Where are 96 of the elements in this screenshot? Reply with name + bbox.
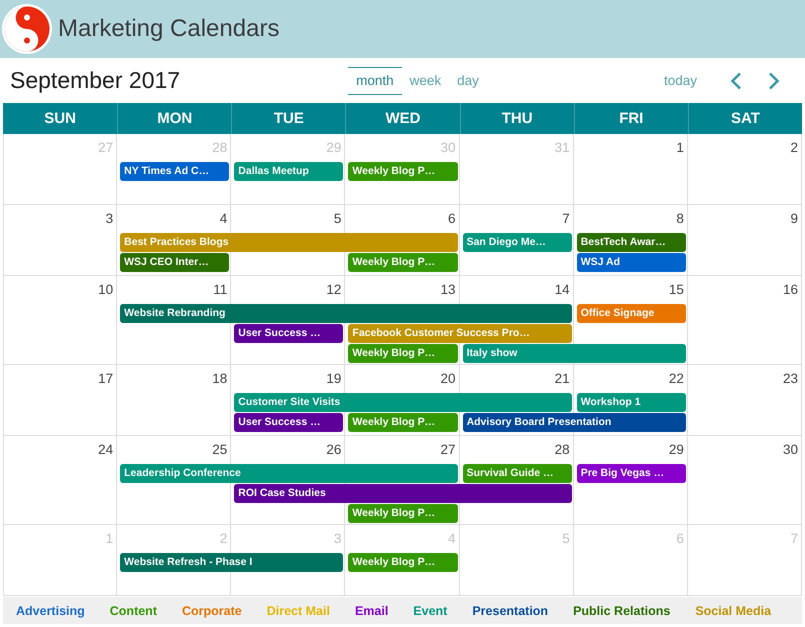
- event-bar[interactable]: WSJ CEO Inter…: [120, 253, 230, 272]
- app-title: Marketing Calendars: [58, 15, 280, 43]
- day-number: 22: [668, 371, 684, 387]
- event-bar[interactable]: Weekly Blog P…: [348, 504, 458, 523]
- event-bar[interactable]: Leadership Conference: [120, 464, 458, 483]
- day-number: 21: [554, 371, 570, 387]
- event-bar[interactable]: Facebook Customer Success Pro…: [348, 324, 572, 343]
- previous-button[interactable]: [730, 72, 742, 90]
- legend-label: Public Relations: [573, 604, 670, 618]
- day-number: 28: [212, 140, 228, 156]
- day-number: 3: [106, 211, 114, 227]
- event-bar[interactable]: User Success …: [234, 413, 344, 432]
- legend-label: Content: [110, 604, 157, 618]
- event-bar[interactable]: Customer Site Visits: [234, 393, 572, 412]
- day-number: 12: [326, 282, 342, 298]
- month-title: September 2017: [10, 67, 182, 94]
- event-bar[interactable]: Workshop 1: [576, 393, 686, 412]
- day-number: 19: [326, 371, 342, 387]
- event-bar[interactable]: Weekly Blog P…: [348, 253, 458, 272]
- weekday-label: THU: [460, 103, 574, 134]
- event-bar[interactable]: Weekly Blog P…: [348, 553, 458, 572]
- day-number: 26: [326, 442, 342, 458]
- view-tab[interactable]: month: [348, 66, 402, 94]
- event-bar[interactable]: ROI Case Studies: [234, 484, 572, 503]
- day-number: 27: [98, 140, 114, 156]
- event-bar[interactable]: Weekly Blog P…: [348, 162, 458, 181]
- chevron-left-icon: [730, 72, 742, 90]
- legend-label: Event: [413, 604, 448, 618]
- day-number: 18: [212, 371, 228, 387]
- weekday-label: MON: [117, 103, 232, 134]
- event-bar[interactable]: BestTech Awar…: [576, 233, 686, 252]
- logo-icon: [1, 3, 53, 55]
- day-number: 23: [782, 371, 798, 387]
- day-number: 29: [668, 442, 684, 458]
- weekday-label: TUE: [231, 103, 346, 134]
- view-tab[interactable]: day: [449, 66, 487, 94]
- day-number: 13: [440, 282, 456, 298]
- day-number: 24: [98, 442, 114, 458]
- day-number: 7: [790, 531, 798, 547]
- legend-label: Email: [354, 604, 388, 618]
- day-number: 30: [440, 140, 456, 156]
- day-number: 1: [106, 531, 114, 547]
- event-bar[interactable]: Italy show: [462, 344, 686, 363]
- event-bar[interactable]: Website Rebranding: [120, 304, 572, 323]
- day-number: 25: [212, 442, 228, 458]
- event-bar[interactable]: Weekly Blog P…: [348, 413, 458, 432]
- event-bar[interactable]: NY Times Ad C…: [120, 162, 230, 181]
- day-number: 30: [782, 442, 798, 458]
- weekday-label: FRI: [574, 103, 688, 134]
- legend-label: Direct Mail: [266, 604, 330, 618]
- day-number: 1: [676, 140, 684, 156]
- day-number: 8: [676, 211, 684, 227]
- event-bar[interactable]: Advisory Board Presentation: [462, 413, 686, 432]
- day-number: 7: [562, 211, 570, 227]
- day-number: 28: [554, 442, 570, 458]
- view-tab[interactable]: week: [402, 66, 450, 94]
- day-number: 27: [440, 442, 456, 458]
- today-button[interactable]: today: [660, 71, 701, 90]
- event-bar[interactable]: Pre Big Vegas …: [576, 464, 686, 483]
- day-number: 14: [554, 282, 570, 298]
- legend-label: Social Media: [695, 604, 772, 618]
- event-bar[interactable]: Dallas Meetup: [234, 162, 344, 181]
- next-button[interactable]: [768, 72, 780, 90]
- legend-label: Presentation: [472, 604, 548, 618]
- event-bar[interactable]: San Diego Me…: [462, 233, 572, 252]
- legend-label: Advertising: [16, 604, 85, 618]
- day-number: 2: [790, 140, 798, 156]
- event-bar[interactable]: Website Refresh - Phase I: [120, 553, 344, 572]
- day-number: 11: [213, 282, 228, 298]
- day-number: 10: [98, 282, 114, 298]
- event-bar[interactable]: User Success …: [234, 324, 344, 343]
- weekday-label: SAT: [688, 103, 802, 134]
- day-number: 29: [326, 140, 342, 156]
- event-bar[interactable]: WSJ Ad: [576, 253, 686, 272]
- day-number: 9: [790, 211, 798, 227]
- legend-label: Corporate: [182, 604, 242, 618]
- day-number: 5: [562, 531, 570, 547]
- day-number: 3: [334, 531, 342, 547]
- weekday-label: SUN: [43, 109, 77, 129]
- day-number: 5: [334, 211, 342, 227]
- day-number: 16: [782, 282, 798, 298]
- event-bar[interactable]: Office Signage: [576, 304, 686, 323]
- day-number: 31: [554, 140, 570, 156]
- event-bar[interactable]: Survival Guide …: [462, 464, 572, 483]
- day-number: 17: [98, 371, 114, 387]
- weekday-label: WED: [345, 103, 460, 134]
- day-number: 20: [440, 371, 456, 387]
- day-number: 6: [676, 531, 684, 547]
- day-number: 4: [220, 211, 228, 227]
- day-number: 6: [448, 211, 456, 227]
- event-bar[interactable]: Weekly Blog P…: [348, 344, 458, 363]
- chevron-right-icon: [768, 72, 780, 90]
- day-number: 15: [668, 282, 684, 298]
- event-bar[interactable]: Best Practices Blogs: [120, 233, 458, 252]
- day-number: 2: [220, 531, 228, 547]
- day-number: 4: [448, 531, 456, 547]
